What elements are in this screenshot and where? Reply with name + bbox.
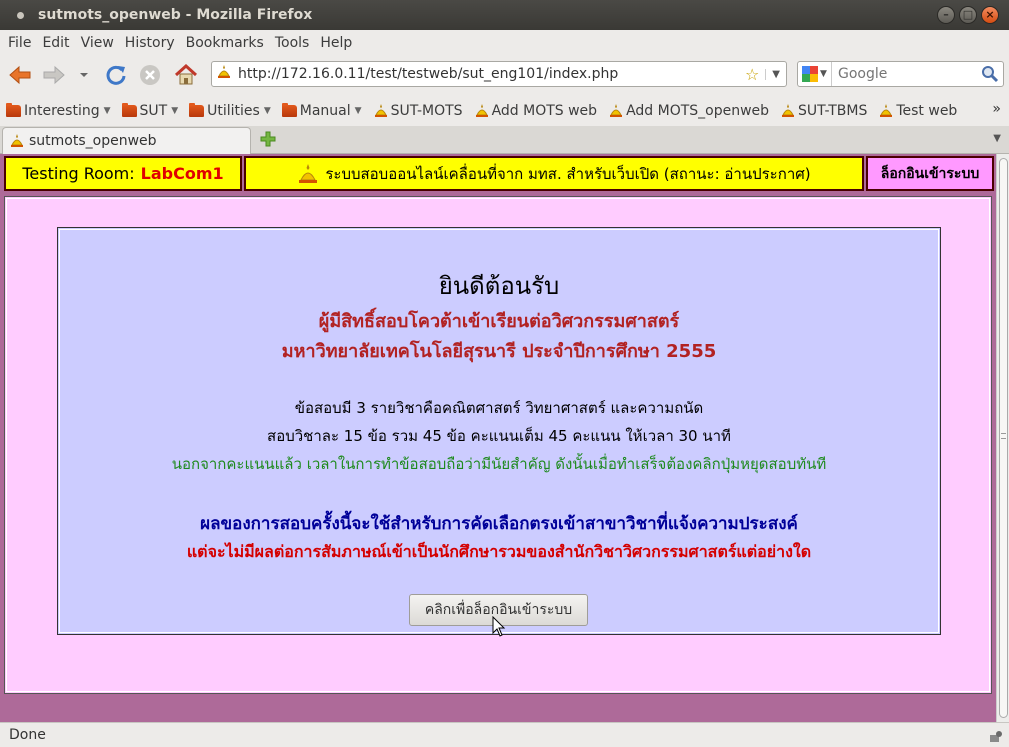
- close-button[interactable]: ×: [981, 6, 999, 24]
- addon-icon: [990, 731, 1002, 742]
- status-text: Done: [9, 727, 46, 743]
- menu-file[interactable]: File: [4, 35, 38, 51]
- history-dropdown[interactable]: [76, 61, 92, 89]
- minimize-button[interactable]: –: [937, 6, 955, 24]
- back-button[interactable]: [6, 61, 34, 89]
- testing-room-name: LabCom1: [140, 164, 224, 183]
- page-header: Testing Room: LabCom1 ระบบสอบออนไลน์เคลื…: [2, 156, 994, 191]
- tab-bar: sutmots_openweb ▼: [0, 126, 1009, 154]
- exam-info-line-3: นอกจากคะแนนแล้ว เวลาในการทำข้อสอบถือว่าม…: [171, 455, 827, 473]
- folder-icon: [189, 102, 205, 117]
- new-tab-icon[interactable]: [259, 130, 277, 148]
- home-button[interactable]: [172, 61, 200, 89]
- stop-icon: [140, 65, 160, 85]
- vertical-scrollbar[interactable]: [996, 154, 1009, 722]
- menu-view[interactable]: View: [77, 35, 121, 51]
- google-icon: [802, 66, 819, 82]
- folder-icon: [281, 102, 297, 117]
- search-icon[interactable]: [981, 65, 999, 83]
- window-title: sutmots_openweb - Mozilla Firefox: [38, 7, 313, 23]
- navigation-toolbar: http://172.16.0.11/test/testweb/sut_eng1…: [0, 55, 1009, 95]
- url-history-dropdown-icon[interactable]: ▼: [765, 68, 780, 80]
- folder-icon: [6, 102, 21, 117]
- reload-icon: [106, 65, 126, 85]
- exam-info-line-2: สอบวิชาละ 15 ข้อ รวม 45 ข้อ คะแนนเต็ม 45…: [267, 427, 731, 445]
- welcome-subtitle-1: ผู้มีสิทธิ์สอบโควต้าเข้าเรียนต่อวิศวกรรม…: [318, 311, 680, 332]
- menu-help[interactable]: Help: [316, 35, 359, 51]
- scrollbar-grip-icon: [1001, 433, 1006, 439]
- bookmark-folder-interesting[interactable]: Interesting ▼: [6, 102, 111, 119]
- exam-notice-line-1: ผลของการสอบครั้งนี้จะใช้สำหรับการคัดเลือ…: [200, 514, 798, 534]
- tab-list-chevron-icon[interactable]: ▼: [993, 133, 1001, 144]
- site-favicon: [374, 103, 387, 117]
- url-bar[interactable]: http://172.16.0.11/test/testweb/sut_eng1…: [211, 61, 787, 87]
- forward-button[interactable]: [40, 61, 68, 89]
- back-arrow-icon: [9, 65, 31, 85]
- menu-tools[interactable]: Tools: [271, 35, 317, 51]
- bookmark-add-mots-openweb[interactable]: Add MOTS_openweb: [608, 103, 769, 119]
- folder-icon: [121, 102, 137, 117]
- bookmark-sut-mots[interactable]: SUT-MOTS: [373, 103, 463, 119]
- home-icon: [174, 64, 198, 85]
- exam-info-line-1: ข้อสอบมี 3 รายวิชาคือคณิตศาสตร์ วิทยาศาส…: [294, 399, 704, 417]
- window-menu-icon[interactable]: [12, 7, 28, 23]
- reload-button[interactable]: [102, 61, 130, 89]
- site-favicon: [475, 103, 488, 117]
- menu-bar: File Edit View History Bookmarks Tools H…: [0, 30, 1009, 55]
- bookmark-folder-sut[interactable]: SUT ▼: [121, 102, 178, 119]
- bookmark-add-mots-web[interactable]: Add MOTS web: [474, 103, 597, 119]
- testing-room-label: Testing Room:: [22, 164, 135, 183]
- bookmark-folder-manual[interactable]: Manual ▼: [281, 102, 362, 119]
- site-favicon: [880, 103, 893, 117]
- system-title-box: ระบบสอบออนไลน์เคลื่อนที่จาก มทส. สำหรับเ…: [244, 156, 864, 191]
- forward-arrow-icon: [43, 65, 65, 85]
- testing-room-box: Testing Room: LabCom1: [4, 156, 242, 191]
- exam-notice-line-2: แต่จะไม่มีผลต่อการสัมภาษณ์เข้าเป็นนักศึก…: [186, 542, 812, 561]
- welcome-title: ยินดีต้อนรับ: [438, 272, 560, 300]
- tab-label: sutmots_openweb: [29, 133, 157, 149]
- site-favicon: [11, 134, 23, 147]
- site-favicon: [610, 103, 623, 117]
- menu-edit[interactable]: Edit: [38, 35, 76, 51]
- bookmarks-overflow-button[interactable]: »: [992, 101, 1001, 117]
- menu-bookmarks[interactable]: Bookmarks: [182, 35, 271, 51]
- status-bar: Done: [0, 722, 1009, 747]
- tab-sutmots-openweb[interactable]: sutmots_openweb: [2, 127, 251, 154]
- welcome-panel: ยินดีต้อนรับ ผู้มีสิทธิ์สอบโควต้าเข้าเรี…: [57, 227, 941, 635]
- bookmark-test-web[interactable]: Test web: [878, 103, 957, 119]
- site-favicon: [216, 64, 232, 84]
- site-favicon: [782, 103, 795, 117]
- chevron-down-icon: [80, 73, 88, 77]
- mouse-cursor-icon: [492, 616, 506, 637]
- bookmarks-toolbar: Interesting ▼ SUT ▼ Utilities ▼ Manual ▼ SUT…: [0, 95, 1009, 126]
- url-text[interactable]: http://172.16.0.11/test/testweb/sut_eng1…: [238, 66, 745, 82]
- search-input[interactable]: [832, 66, 981, 82]
- bookmark-folder-utilities[interactable]: Utilities ▼: [189, 102, 271, 119]
- menu-history[interactable]: History: [121, 35, 182, 51]
- window-titlebar: sutmots_openweb - Mozilla Firefox – □ ×: [0, 0, 1009, 30]
- sut-logo-icon: [299, 163, 318, 183]
- login-link[interactable]: ล็อกอินเข้าระบบ: [866, 156, 994, 191]
- maximize-button[interactable]: □: [959, 6, 977, 24]
- welcome-subtitle-2: มหาวิทยาลัยเทคโนโลยีสุรนารี ประจำปีการศึ…: [281, 341, 717, 362]
- bookmark-star-icon[interactable]: ☆: [745, 65, 759, 84]
- system-title: ระบบสอบออนไลน์เคลื่อนที่จาก มทส. สำหรับเ…: [325, 164, 811, 183]
- search-engine-selector[interactable]: ▼: [798, 62, 832, 86]
- stop-button[interactable]: [136, 61, 164, 89]
- search-bar[interactable]: ▼: [797, 61, 1004, 87]
- bookmark-sut-tbms[interactable]: SUT-TBMS: [780, 103, 867, 119]
